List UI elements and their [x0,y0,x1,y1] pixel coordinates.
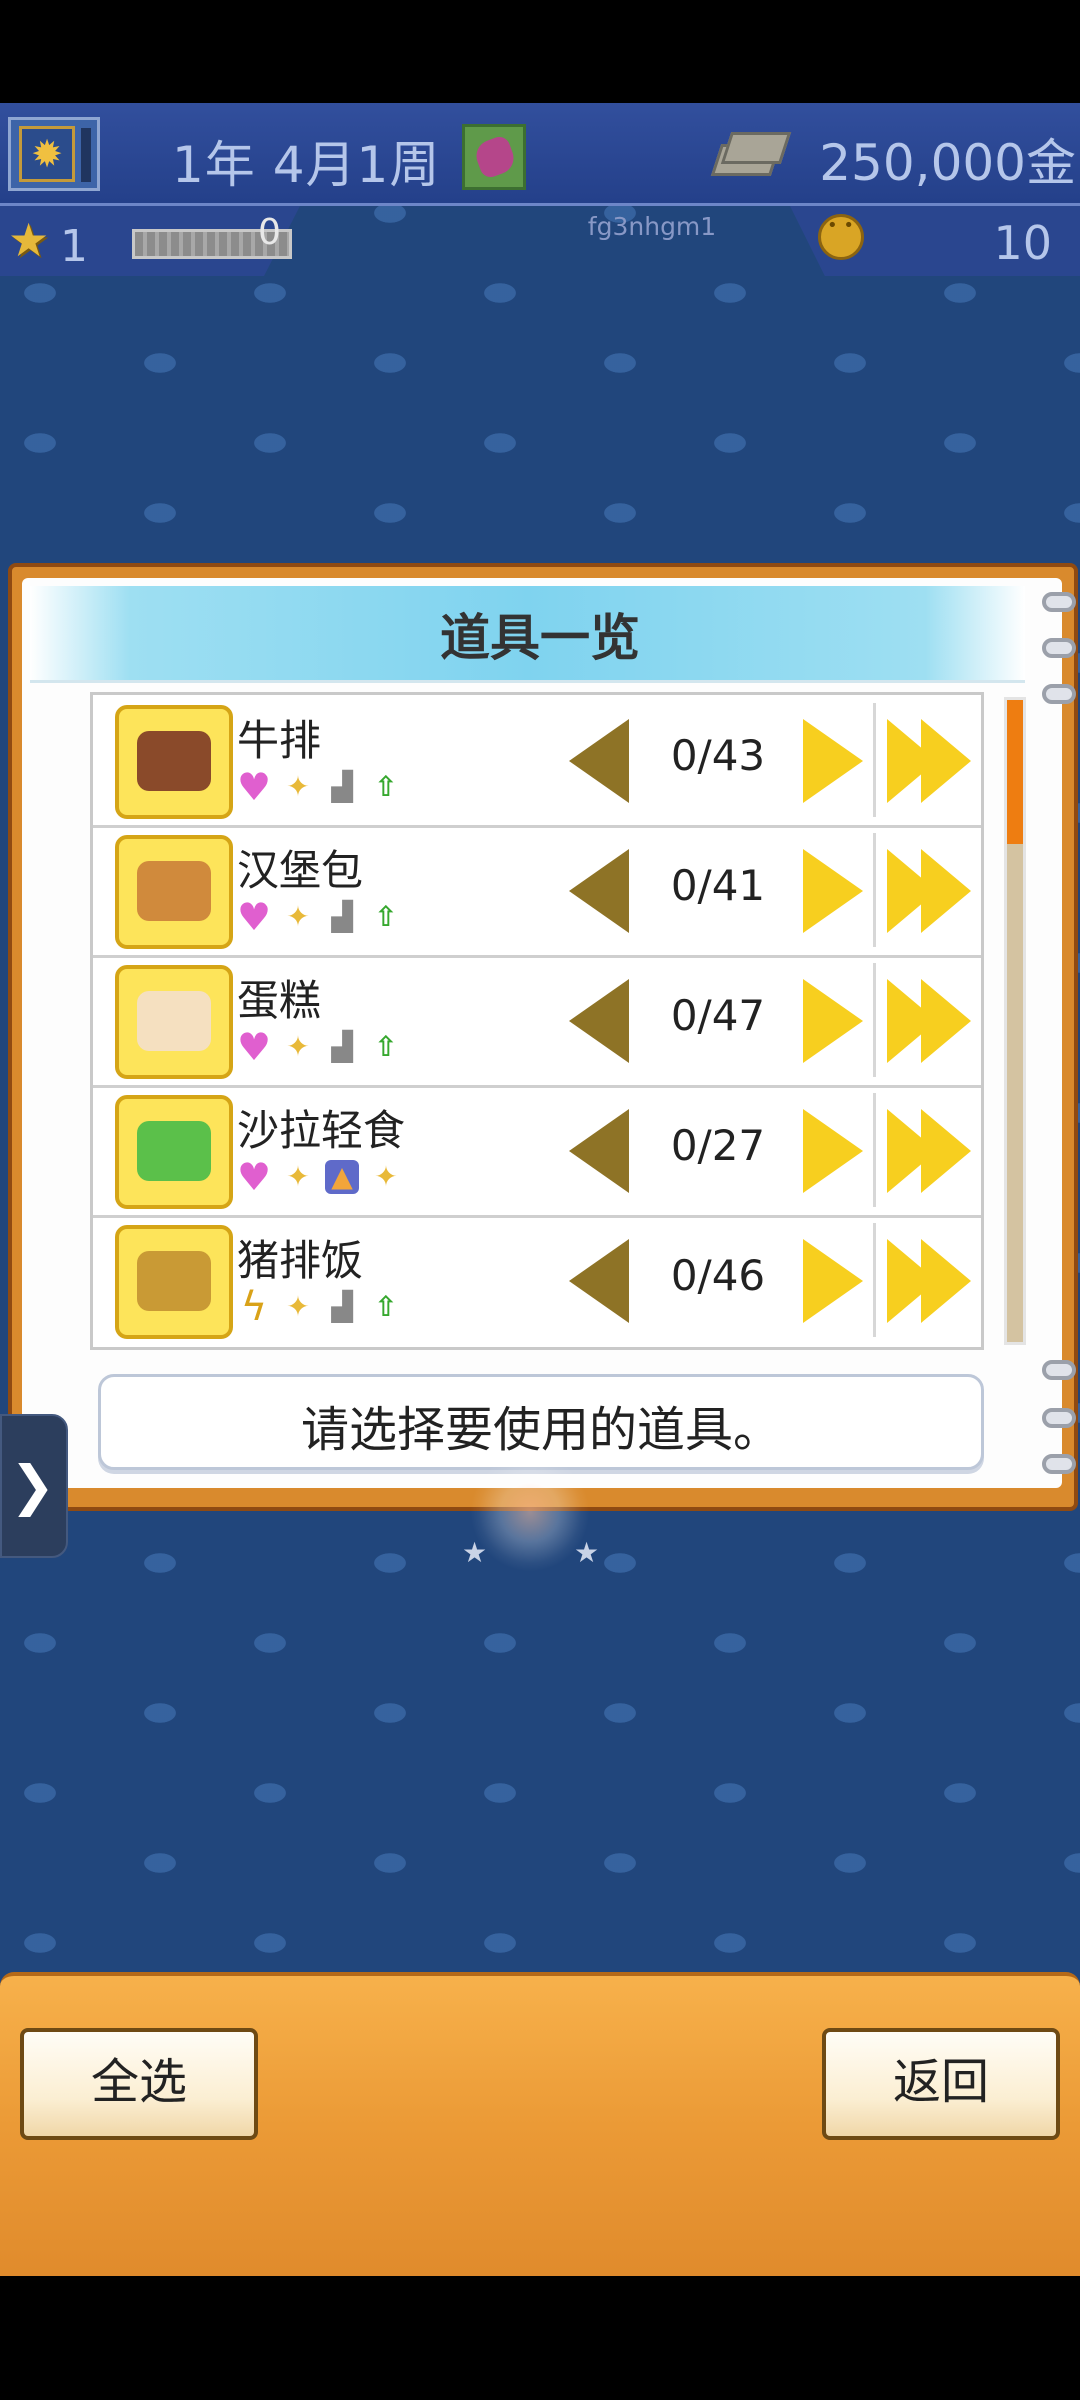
spark-icon: ✦ [286,900,310,933]
increase-max-button[interactable] [887,849,971,933]
username: fg3nhgm1 [587,212,717,241]
item-icon-katsudon [115,1225,233,1339]
increase-max-button[interactable] [887,979,971,1063]
decrease-button[interactable] [569,719,629,803]
spark-icon: ✦ [286,1160,310,1193]
heart-icon: ♥ [237,1025,272,1069]
decrease-button[interactable] [569,979,629,1063]
increase-button[interactable] [803,1109,863,1193]
side-menu-tab[interactable]: ❯ [0,1414,68,1558]
fire-icon: ▲ [325,1160,359,1194]
list-item[interactable]: 沙拉轻食 ♥ ✦ ▲ ✦ 0/27 [93,1085,981,1218]
exp-value: 0 [258,212,281,253]
binder-ring-icon [1042,1408,1076,1428]
money-icon [710,128,792,178]
bag-icon: ▟ [331,1290,353,1323]
bag-icon: ▟ [331,770,353,803]
item-count: 0/43 [670,731,766,780]
increase-max-button[interactable] [887,1109,971,1193]
binder-ring-icon [1042,592,1076,612]
star-icon: ★ [8,213,50,267]
back-button[interactable]: 返回 [822,2028,1060,2140]
chevron-right-icon: ❯ [10,1454,56,1517]
binder-ring-icon [1042,1454,1076,1474]
heart-icon: ♥ [237,895,272,939]
divider [873,1093,876,1207]
select-all-button[interactable]: 全选 [20,2028,258,2140]
list-item[interactable]: 汉堡包 ♥ ✦ ▟ ⇧ 0/41 [93,825,981,958]
menu-bar-icon [81,128,91,182]
items-list: 牛排 ♥ ✦ ▟ ⇧ 0/43 汉堡包 ♥ ✦ ▟ ⇧ 0/41 蛋糕 ♥ ✦ … [90,692,984,1350]
item-stats: ♥ ✦ ▟ ⇧ [237,1027,403,1067]
item-count: 0/41 [670,861,766,910]
star-icon: ★ [574,1536,600,1569]
decrease-button[interactable] [569,1109,629,1193]
list-item[interactable]: 蛋糕 ♥ ✦ ▟ ⇧ 0/47 [93,955,981,1088]
increase-button[interactable] [803,1239,863,1323]
spark-icon: ✦ [374,1160,398,1193]
decrease-button[interactable] [569,849,629,933]
satisfaction-points: 10 [993,216,1052,270]
item-icon-burger [115,835,233,949]
up-arrow-icon: ⇧ [374,1030,398,1063]
bag-icon: ▟ [331,900,353,933]
list-item[interactable]: 牛排 ♥ ✦ ▟ ⇧ 0/43 [93,695,981,828]
increase-button[interactable] [803,849,863,933]
divider [873,703,876,817]
sparkle-effect [470,1452,590,1572]
item-icon-steak [115,705,233,819]
spark-icon: ✦ [286,1290,310,1323]
item-name: 猪排饭 [237,1236,364,1285]
item-name: 沙拉轻食 [237,1106,406,1155]
divider [873,1223,876,1337]
spark-icon: ✦ [286,1030,310,1063]
spark-icon: ✦ [286,770,310,803]
binder-ring-icon [1042,1360,1076,1380]
item-name: 蛋糕 [237,976,322,1025]
item-icon-cake [115,965,233,1079]
money-amount: 250,000金 [819,134,1076,192]
divider [873,833,876,947]
item-stats: ♥ ✦ ▟ ⇧ [237,897,403,937]
item-stats: ♥ ✦ ▲ ✦ [237,1157,403,1197]
instruction-message: 请选择要使用的道具。 [300,1402,781,1458]
gear-icon: ✹ [19,126,75,182]
increase-button[interactable] [803,719,863,803]
bolt-icon: ϟ [240,1284,268,1330]
increase-max-button[interactable] [887,1239,971,1323]
item-name: 牛排 [237,716,322,765]
bag-icon: ▟ [331,1030,353,1063]
up-arrow-icon: ⇧ [374,1290,398,1323]
item-name: 汉堡包 [237,846,364,895]
list-item[interactable]: 猪排饭 ϟ ✦ ▟ ⇧ 0/46 [93,1215,981,1345]
item-icon-salad [115,1095,233,1209]
up-arrow-icon: ⇧ [374,900,398,933]
divider [873,963,876,1077]
menu-button[interactable]: ✹ [8,117,100,191]
research-icon[interactable] [462,124,526,190]
item-count: 0/46 [670,1251,766,1300]
heart-icon: ♥ [237,1155,272,1199]
panel-title: 道具一览 [440,609,640,667]
list-scrollbar[interactable] [1004,697,1026,1345]
binder-ring-icon [1042,638,1076,658]
item-stats: ϟ ✦ ▟ ⇧ [237,1287,403,1327]
increase-max-button[interactable] [887,719,971,803]
star-icon: ★ [462,1536,488,1569]
player-level: 1 [60,221,88,272]
item-count: 0/47 [670,991,766,1040]
binder-ring-icon [1042,684,1076,704]
heart-icon: ♥ [237,765,272,809]
game-date: 1年 4月1周 [172,136,441,194]
decrease-button[interactable] [569,1239,629,1323]
scrollbar-thumb[interactable] [1007,700,1023,844]
item-stats: ♥ ✦ ▟ ⇧ [237,767,403,807]
smiley-icon [818,214,864,260]
increase-button[interactable] [803,979,863,1063]
up-arrow-icon: ⇧ [374,770,398,803]
item-count: 0/27 [670,1121,766,1170]
